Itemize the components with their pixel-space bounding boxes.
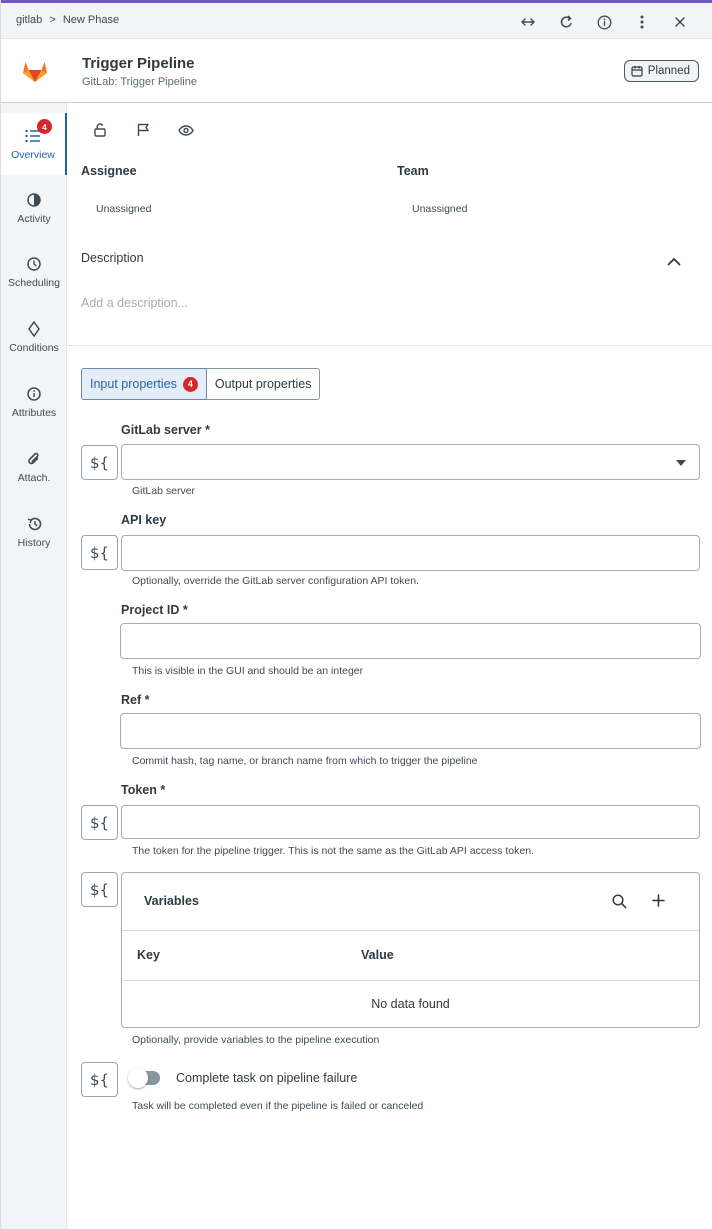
ref-input[interactable]	[120, 713, 701, 749]
pie-icon	[25, 191, 43, 209]
overview-badge: 4	[37, 119, 52, 134]
api-key-label: API key	[121, 513, 167, 527]
page-subtitle: GitLab: Trigger Pipeline	[82, 76, 197, 88]
toggle-knob	[128, 1068, 148, 1088]
sidebar-item-overview[interactable]: 4 Overview	[1, 113, 67, 175]
expand-horizontal-icon[interactable]	[509, 11, 547, 33]
assignee-value[interactable]: Unassigned	[96, 203, 151, 215]
gitlab-server-label: GitLab server *	[121, 423, 210, 437]
sidebar-item-label: Overview	[11, 149, 55, 161]
divider	[122, 930, 699, 931]
description-input[interactable]: Add a description...	[81, 296, 188, 310]
variables-hint: Optionally, provide variables to the pip…	[132, 1034, 380, 1046]
sidebar-item-attachments[interactable]: Attach.	[1, 436, 67, 498]
expression-toggle-button[interactable]: ${	[81, 872, 118, 907]
paperclip-icon	[25, 450, 43, 468]
clock-icon	[25, 255, 43, 273]
complete-on-failure-label: Complete task on pipeline failure	[176, 1071, 358, 1085]
assignee-label: Assignee	[81, 164, 137, 178]
more-vertical-icon[interactable]	[623, 11, 661, 33]
flag-icon[interactable]	[130, 119, 156, 141]
sidebar-item-conditions[interactable]: Conditions	[1, 306, 67, 368]
chevron-up-icon[interactable]	[667, 253, 681, 271]
breadcrumb-separator: >	[49, 14, 56, 26]
info-icon	[25, 385, 43, 403]
status-badge[interactable]: Planned	[623, 60, 699, 82]
ref-label: Ref *	[121, 693, 150, 707]
team-label: Team	[397, 164, 429, 178]
page-title: Trigger Pipeline	[82, 55, 195, 72]
breadcrumb: gitlab > New Phase	[16, 14, 123, 26]
token-label: Token *	[121, 783, 166, 797]
search-icon[interactable]	[612, 894, 627, 914]
sidebar-item-label: Attach.	[17, 472, 51, 484]
sidebar-item-attributes[interactable]: Attributes	[1, 371, 67, 433]
sidebar-item-history[interactable]: History	[1, 501, 67, 563]
dropdown-arrow-icon	[676, 460, 686, 466]
tab-input-properties[interactable]: Input properties 4	[81, 368, 207, 400]
expression-toggle-button[interactable]: ${	[81, 535, 118, 570]
complete-on-failure-toggle[interactable]	[128, 1068, 160, 1088]
divider	[122, 980, 699, 981]
lock-open-icon[interactable]	[87, 119, 113, 141]
breadcrumb-item-phase[interactable]: New Phase	[63, 14, 119, 26]
properties-tabs: Input properties 4 Output properties	[81, 368, 321, 400]
api-key-hint: Optionally, override the GitLab server c…	[132, 575, 419, 587]
gitlab-server-hint: GitLab server	[132, 485, 196, 497]
breadcrumb-item-gitlab[interactable]: gitlab	[16, 14, 42, 26]
info-icon[interactable]	[585, 11, 623, 33]
project-id-label: Project ID *	[121, 603, 188, 617]
sidebar-item-scheduling[interactable]: Scheduling	[1, 241, 67, 303]
list-icon: 4	[24, 119, 52, 145]
refresh-icon[interactable]	[547, 11, 585, 33]
watch-eye-icon[interactable]	[173, 119, 199, 141]
close-icon[interactable]	[661, 11, 699, 33]
sidebar-item-label: Scheduling	[8, 277, 60, 289]
variables-table: Variables Key Value No data found	[121, 872, 700, 1028]
column-header-key[interactable]: Key	[137, 948, 160, 962]
expression-toggle-button[interactable]: ${	[81, 1062, 118, 1097]
tab-label: Output properties	[214, 377, 312, 391]
column-header-value[interactable]: Value	[361, 948, 394, 962]
tab-label: Input properties	[90, 377, 177, 391]
status-label: Planned	[647, 65, 690, 77]
sidebar-item-label: Attributes	[11, 407, 57, 419]
section-divider	[67, 345, 712, 346]
history-icon	[25, 515, 43, 533]
expression-toggle-button[interactable]: ${	[81, 805, 118, 840]
sidebar-item-label: History	[17, 537, 51, 549]
diamond-icon	[25, 320, 43, 338]
token-input[interactable]	[121, 805, 700, 839]
task-header: Trigger Pipeline GitLab: Trigger Pipelin…	[1, 39, 712, 103]
expression-toggle-button[interactable]: ${	[81, 445, 118, 480]
description-label: Description	[81, 251, 144, 265]
tab-output-properties[interactable]: Output properties	[206, 368, 321, 400]
project-id-hint: This is visible in the GUI and should be…	[132, 665, 364, 677]
gitlab-logo-icon	[15, 51, 55, 91]
empty-state-message: No data found	[371, 997, 450, 1011]
gitlab-server-select[interactable]	[121, 444, 700, 480]
calendar-icon	[631, 66, 643, 77]
complete-on-failure-hint: Task will be completed even if the pipel…	[132, 1100, 424, 1112]
add-variable-icon[interactable]	[652, 894, 665, 912]
team-value[interactable]: Unassigned	[412, 203, 467, 215]
ref-hint: Commit hash, tag name, or branch name fr…	[132, 755, 478, 767]
sidebar-item-label: Activity	[17, 213, 51, 225]
top-bar: gitlab > New Phase	[1, 0, 712, 39]
sidebar-item-label: Conditions	[9, 342, 59, 354]
sidebar-item-activity[interactable]: Activity	[1, 177, 67, 239]
variables-title: Variables	[144, 894, 199, 908]
project-id-input[interactable]	[120, 623, 701, 659]
sidebar: 4 Overview Activity Scheduling Condition…	[1, 103, 67, 1229]
token-hint: The token for the pipeline trigger. This…	[132, 845, 534, 857]
input-properties-badge: 4	[182, 376, 198, 392]
api-key-input[interactable]	[121, 535, 700, 571]
